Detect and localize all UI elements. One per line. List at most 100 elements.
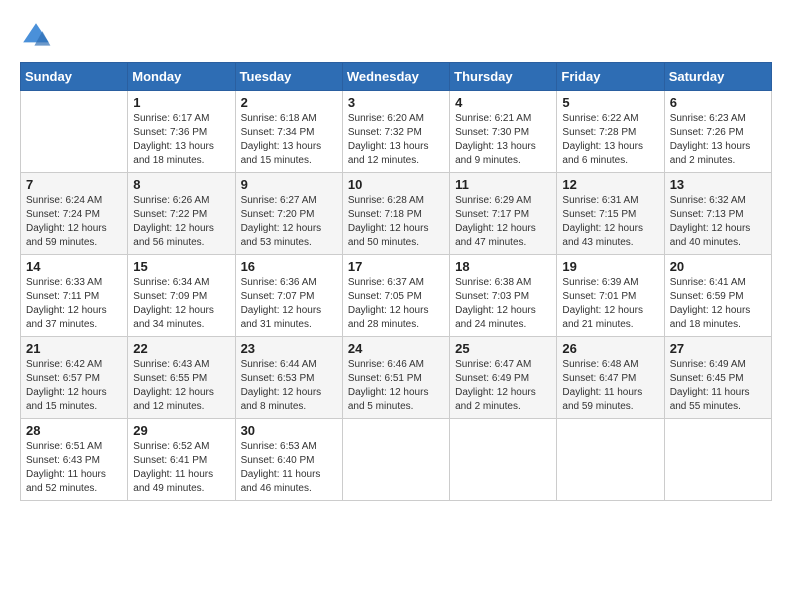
day-info: Sunrise: 6:20 AM Sunset: 7:32 PM Dayligh… bbox=[348, 112, 444, 168]
day-number: 30 bbox=[241, 423, 337, 438]
day-number: 15 bbox=[133, 259, 229, 274]
day-number: 8 bbox=[133, 177, 229, 192]
day-number: 4 bbox=[455, 95, 551, 110]
calendar-cell bbox=[450, 419, 557, 501]
logo-icon bbox=[20, 20, 52, 52]
day-info: Sunrise: 6:47 AM Sunset: 6:49 PM Dayligh… bbox=[455, 358, 551, 414]
calendar-cell: 3 Sunrise: 6:20 AM Sunset: 7:32 PM Daylig… bbox=[342, 91, 449, 173]
calendar-cell: 4 Sunrise: 6:21 AM Sunset: 7:30 PM Daylig… bbox=[450, 91, 557, 173]
calendar-cell: 1Sunrise: 6:17 AM Sunset: 7:36 PM Daylig… bbox=[128, 91, 235, 173]
day-number: 20 bbox=[670, 259, 766, 274]
calendar-cell: 15 Sunrise: 6:34 AM Sunset: 7:09 PM Dayli… bbox=[128, 255, 235, 337]
day-number: 24 bbox=[348, 341, 444, 356]
day-info: Sunrise: 6:42 AM Sunset: 6:57 PM Dayligh… bbox=[26, 358, 122, 414]
day-of-week-header: Wednesday bbox=[342, 63, 449, 91]
calendar-cell: 28 Sunrise: 6:51 AM Sunset: 6:43 PM Dayli… bbox=[21, 419, 128, 501]
day-info: Sunrise: 6:38 AM Sunset: 7:03 PM Dayligh… bbox=[455, 276, 551, 332]
calendar-cell bbox=[557, 419, 664, 501]
day-of-week-header: Saturday bbox=[664, 63, 771, 91]
calendar-cell: 29 Sunrise: 6:52 AM Sunset: 6:41 PM Dayli… bbox=[128, 419, 235, 501]
calendar-cell: 20 Sunrise: 6:41 AM Sunset: 6:59 PM Dayli… bbox=[664, 255, 771, 337]
day-number: 12 bbox=[562, 177, 658, 192]
day-info: Sunrise: 6:46 AM Sunset: 6:51 PM Dayligh… bbox=[348, 358, 444, 414]
day-info: Sunrise: 6:21 AM Sunset: 7:30 PM Dayligh… bbox=[455, 112, 551, 168]
calendar-cell: 25 Sunrise: 6:47 AM Sunset: 6:49 PM Dayli… bbox=[450, 337, 557, 419]
day-number: 22 bbox=[133, 341, 229, 356]
calendar-week-row: 1Sunrise: 6:17 AM Sunset: 7:36 PM Daylig… bbox=[21, 91, 772, 173]
day-info: Sunrise: 6:51 AM Sunset: 6:43 PM Dayligh… bbox=[26, 440, 122, 496]
day-info: Sunrise: 6:41 AM Sunset: 6:59 PM Dayligh… bbox=[670, 276, 766, 332]
day-number: 5 bbox=[562, 95, 658, 110]
calendar-week-row: 28 Sunrise: 6:51 AM Sunset: 6:43 PM Dayli… bbox=[21, 419, 772, 501]
day-number: 23 bbox=[241, 341, 337, 356]
day-of-week-header: Monday bbox=[128, 63, 235, 91]
day-info: Sunrise: 6:49 AM Sunset: 6:45 PM Dayligh… bbox=[670, 358, 766, 414]
day-info: Sunrise: 6:32 AM Sunset: 7:13 PM Dayligh… bbox=[670, 194, 766, 250]
day-info: Sunrise: 6:37 AM Sunset: 7:05 PM Dayligh… bbox=[348, 276, 444, 332]
day-info: Sunrise: 6:22 AM Sunset: 7:28 PM Dayligh… bbox=[562, 112, 658, 168]
day-number: 16 bbox=[241, 259, 337, 274]
day-info: Sunrise: 6:52 AM Sunset: 6:41 PM Dayligh… bbox=[133, 440, 229, 496]
day-info: Sunrise: 6:44 AM Sunset: 6:53 PM Dayligh… bbox=[241, 358, 337, 414]
day-number: 10 bbox=[348, 177, 444, 192]
logo bbox=[20, 20, 56, 52]
calendar-cell: 10 Sunrise: 6:28 AM Sunset: 7:18 PM Dayli… bbox=[342, 173, 449, 255]
calendar-header-row: SundayMondayTuesdayWednesdayThursdayFrid… bbox=[21, 63, 772, 91]
page-header bbox=[20, 20, 772, 52]
calendar-cell: 23 Sunrise: 6:44 AM Sunset: 6:53 PM Dayli… bbox=[235, 337, 342, 419]
calendar-cell bbox=[21, 91, 128, 173]
day-number: 14 bbox=[26, 259, 122, 274]
day-info: Sunrise: 6:18 AM Sunset: 7:34 PM Dayligh… bbox=[241, 112, 337, 168]
day-number: 2 bbox=[241, 95, 337, 110]
calendar-cell: 14 Sunrise: 6:33 AM Sunset: 7:11 PM Dayli… bbox=[21, 255, 128, 337]
calendar-week-row: 14 Sunrise: 6:33 AM Sunset: 7:11 PM Dayli… bbox=[21, 255, 772, 337]
calendar-cell: 8 Sunrise: 6:26 AM Sunset: 7:22 PM Daylig… bbox=[128, 173, 235, 255]
calendar-table: SundayMondayTuesdayWednesdayThursdayFrid… bbox=[20, 62, 772, 501]
calendar-cell: 2 Sunrise: 6:18 AM Sunset: 7:34 PM Daylig… bbox=[235, 91, 342, 173]
day-info: Sunrise: 6:34 AM Sunset: 7:09 PM Dayligh… bbox=[133, 276, 229, 332]
day-of-week-header: Thursday bbox=[450, 63, 557, 91]
day-number: 25 bbox=[455, 341, 551, 356]
day-info: Sunrise: 6:17 AM Sunset: 7:36 PM Dayligh… bbox=[133, 112, 229, 168]
day-info: Sunrise: 6:24 AM Sunset: 7:24 PM Dayligh… bbox=[26, 194, 122, 250]
day-info: Sunrise: 6:39 AM Sunset: 7:01 PM Dayligh… bbox=[562, 276, 658, 332]
day-number: 26 bbox=[562, 341, 658, 356]
day-info: Sunrise: 6:33 AM Sunset: 7:11 PM Dayligh… bbox=[26, 276, 122, 332]
calendar-cell: 26Sunrise: 6:48 AM Sunset: 6:47 PM Dayli… bbox=[557, 337, 664, 419]
calendar-cell: 16 Sunrise: 6:36 AM Sunset: 7:07 PM Dayli… bbox=[235, 255, 342, 337]
day-info: Sunrise: 6:29 AM Sunset: 7:17 PM Dayligh… bbox=[455, 194, 551, 250]
calendar-cell: 11 Sunrise: 6:29 AM Sunset: 7:17 PM Dayli… bbox=[450, 173, 557, 255]
day-of-week-header: Tuesday bbox=[235, 63, 342, 91]
calendar-week-row: 21Sunrise: 6:42 AM Sunset: 6:57 PM Dayli… bbox=[21, 337, 772, 419]
day-number: 7 bbox=[26, 177, 122, 192]
day-number: 11 bbox=[455, 177, 551, 192]
day-number: 28 bbox=[26, 423, 122, 438]
calendar-cell: 5 Sunrise: 6:22 AM Sunset: 7:28 PM Daylig… bbox=[557, 91, 664, 173]
day-info: Sunrise: 6:27 AM Sunset: 7:20 PM Dayligh… bbox=[241, 194, 337, 250]
day-info: Sunrise: 6:43 AM Sunset: 6:55 PM Dayligh… bbox=[133, 358, 229, 414]
day-info: Sunrise: 6:53 AM Sunset: 6:40 PM Dayligh… bbox=[241, 440, 337, 496]
day-info: Sunrise: 6:26 AM Sunset: 7:22 PM Dayligh… bbox=[133, 194, 229, 250]
day-info: Sunrise: 6:31 AM Sunset: 7:15 PM Dayligh… bbox=[562, 194, 658, 250]
calendar-cell: 24 Sunrise: 6:46 AM Sunset: 6:51 PM Dayli… bbox=[342, 337, 449, 419]
day-info: Sunrise: 6:36 AM Sunset: 7:07 PM Dayligh… bbox=[241, 276, 337, 332]
calendar-cell: 13 Sunrise: 6:32 AM Sunset: 7:13 PM Dayli… bbox=[664, 173, 771, 255]
day-of-week-header: Friday bbox=[557, 63, 664, 91]
day-info: Sunrise: 6:23 AM Sunset: 7:26 PM Dayligh… bbox=[670, 112, 766, 168]
calendar-cell: 12 Sunrise: 6:31 AM Sunset: 7:15 PM Dayli… bbox=[557, 173, 664, 255]
day-number: 3 bbox=[348, 95, 444, 110]
day-number: 6 bbox=[670, 95, 766, 110]
calendar-cell: 27Sunrise: 6:49 AM Sunset: 6:45 PM Dayli… bbox=[664, 337, 771, 419]
calendar-cell: 18Sunrise: 6:38 AM Sunset: 7:03 PM Dayli… bbox=[450, 255, 557, 337]
calendar-cell: 17 Sunrise: 6:37 AM Sunset: 7:05 PM Dayli… bbox=[342, 255, 449, 337]
calendar-cell: 30 Sunrise: 6:53 AM Sunset: 6:40 PM Dayli… bbox=[235, 419, 342, 501]
day-number: 17 bbox=[348, 259, 444, 274]
day-number: 19 bbox=[562, 259, 658, 274]
calendar-cell: 22 Sunrise: 6:43 AM Sunset: 6:55 PM Dayli… bbox=[128, 337, 235, 419]
day-info: Sunrise: 6:28 AM Sunset: 7:18 PM Dayligh… bbox=[348, 194, 444, 250]
day-number: 29 bbox=[133, 423, 229, 438]
calendar-cell: 9Sunrise: 6:27 AM Sunset: 7:20 PM Daylig… bbox=[235, 173, 342, 255]
calendar-cell: 7 Sunrise: 6:24 AM Sunset: 7:24 PM Daylig… bbox=[21, 173, 128, 255]
calendar-cell: 6 Sunrise: 6:23 AM Sunset: 7:26 PM Daylig… bbox=[664, 91, 771, 173]
day-number: 13 bbox=[670, 177, 766, 192]
